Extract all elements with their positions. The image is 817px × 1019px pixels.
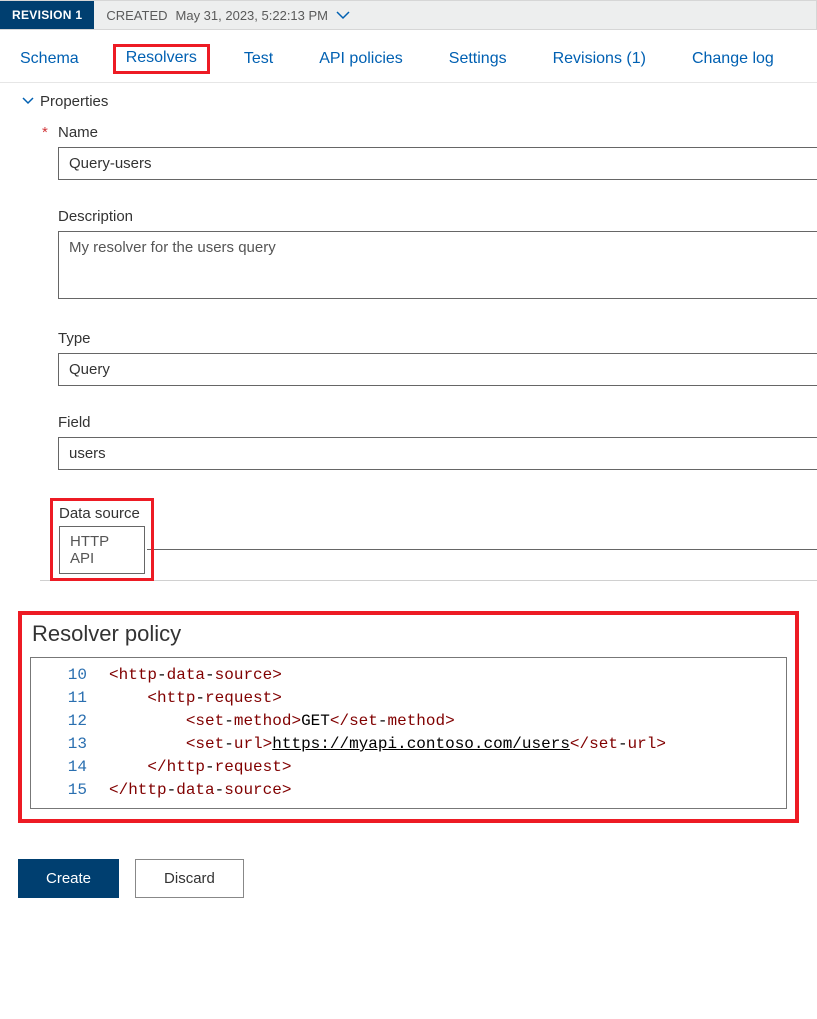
code-content: <set-url>https://myapi.contoso.com/users…: [109, 733, 666, 756]
tab-resolvers[interactable]: Resolvers: [113, 44, 210, 74]
data-source-select[interactable]: HTTP API: [59, 526, 145, 574]
code-line[interactable]: 13 <set-url>https://myapi.contoso.com/us…: [31, 733, 786, 756]
code-content: </http-request>: [109, 756, 291, 779]
data-source-label: Data source: [59, 505, 140, 522]
discard-button[interactable]: Discard: [135, 859, 244, 898]
resolver-policy-title: Resolver policy: [32, 621, 787, 647]
tab-test[interactable]: Test: [242, 48, 275, 70]
name-input[interactable]: [58, 147, 817, 180]
line-number: 10: [31, 664, 109, 687]
line-number: 13: [31, 733, 109, 756]
code-line[interactable]: 10<http-data-source>: [31, 664, 786, 687]
type-label: Type: [58, 330, 91, 347]
code-line[interactable]: 12 <set-method>GET</set-method>: [31, 710, 786, 733]
tab-revisions[interactable]: Revisions (1): [551, 48, 648, 70]
data-source-border: [147, 549, 817, 550]
chevron-down-icon: [336, 8, 350, 23]
tab-schema[interactable]: Schema: [18, 48, 81, 70]
type-row: Type: [58, 330, 817, 386]
create-button[interactable]: Create: [18, 859, 119, 898]
data-source-row: Data source HTTP API: [58, 498, 817, 550]
line-number: 15: [31, 779, 109, 802]
code-line[interactable]: 15</http-data-source>: [31, 779, 786, 802]
tab-bar: Schema Resolvers Test API policies Setti…: [0, 30, 817, 83]
code-content: <http-request>: [109, 687, 282, 710]
line-number: 14: [31, 756, 109, 779]
name-row: * Name: [58, 124, 817, 180]
description-label: Description: [58, 208, 133, 225]
code-line[interactable]: 11 <http-request>: [31, 687, 786, 710]
description-input[interactable]: [58, 231, 817, 299]
required-asterisk-icon: *: [42, 124, 48, 141]
chevron-down-icon: [22, 94, 34, 109]
resolver-policy-editor[interactable]: 10<http-data-source>11 <http-request>12 …: [30, 657, 787, 809]
name-label: Name: [58, 124, 98, 141]
line-number: 12: [31, 710, 109, 733]
revision-created-value: May 31, 2023, 5:22:13 PM: [176, 8, 328, 23]
field-label: Field: [58, 414, 91, 431]
code-content: <set-method>GET</set-method>: [109, 710, 455, 733]
revision-bar: REVISION 1 CREATED May 31, 2023, 5:22:13…: [0, 0, 817, 30]
code-line[interactable]: 14 </http-request>: [31, 756, 786, 779]
properties-form: * Name Description Type Field Data sourc…: [0, 124, 817, 550]
footer-buttons: Create Discard: [18, 859, 817, 910]
tab-api-policies[interactable]: API policies: [317, 48, 405, 70]
properties-label: Properties: [40, 93, 108, 110]
description-row: Description: [58, 208, 817, 302]
code-content: <http-data-source>: [109, 664, 282, 687]
field-select[interactable]: [58, 437, 817, 470]
tab-change-log[interactable]: Change log: [690, 48, 776, 70]
code-content: </http-data-source>: [109, 779, 291, 802]
line-number: 11: [31, 687, 109, 710]
tab-settings[interactable]: Settings: [447, 48, 509, 70]
revision-created-prefix: CREATED: [106, 8, 167, 23]
section-divider: [40, 580, 817, 581]
properties-section-header[interactable]: Properties: [0, 83, 817, 124]
resolver-policy-section: Resolver policy 10<http-data-source>11 <…: [18, 611, 799, 823]
revision-created[interactable]: CREATED May 31, 2023, 5:22:13 PM: [94, 1, 362, 29]
field-row: Field: [58, 414, 817, 470]
revision-badge: REVISION 1: [0, 1, 94, 29]
type-select[interactable]: [58, 353, 817, 386]
